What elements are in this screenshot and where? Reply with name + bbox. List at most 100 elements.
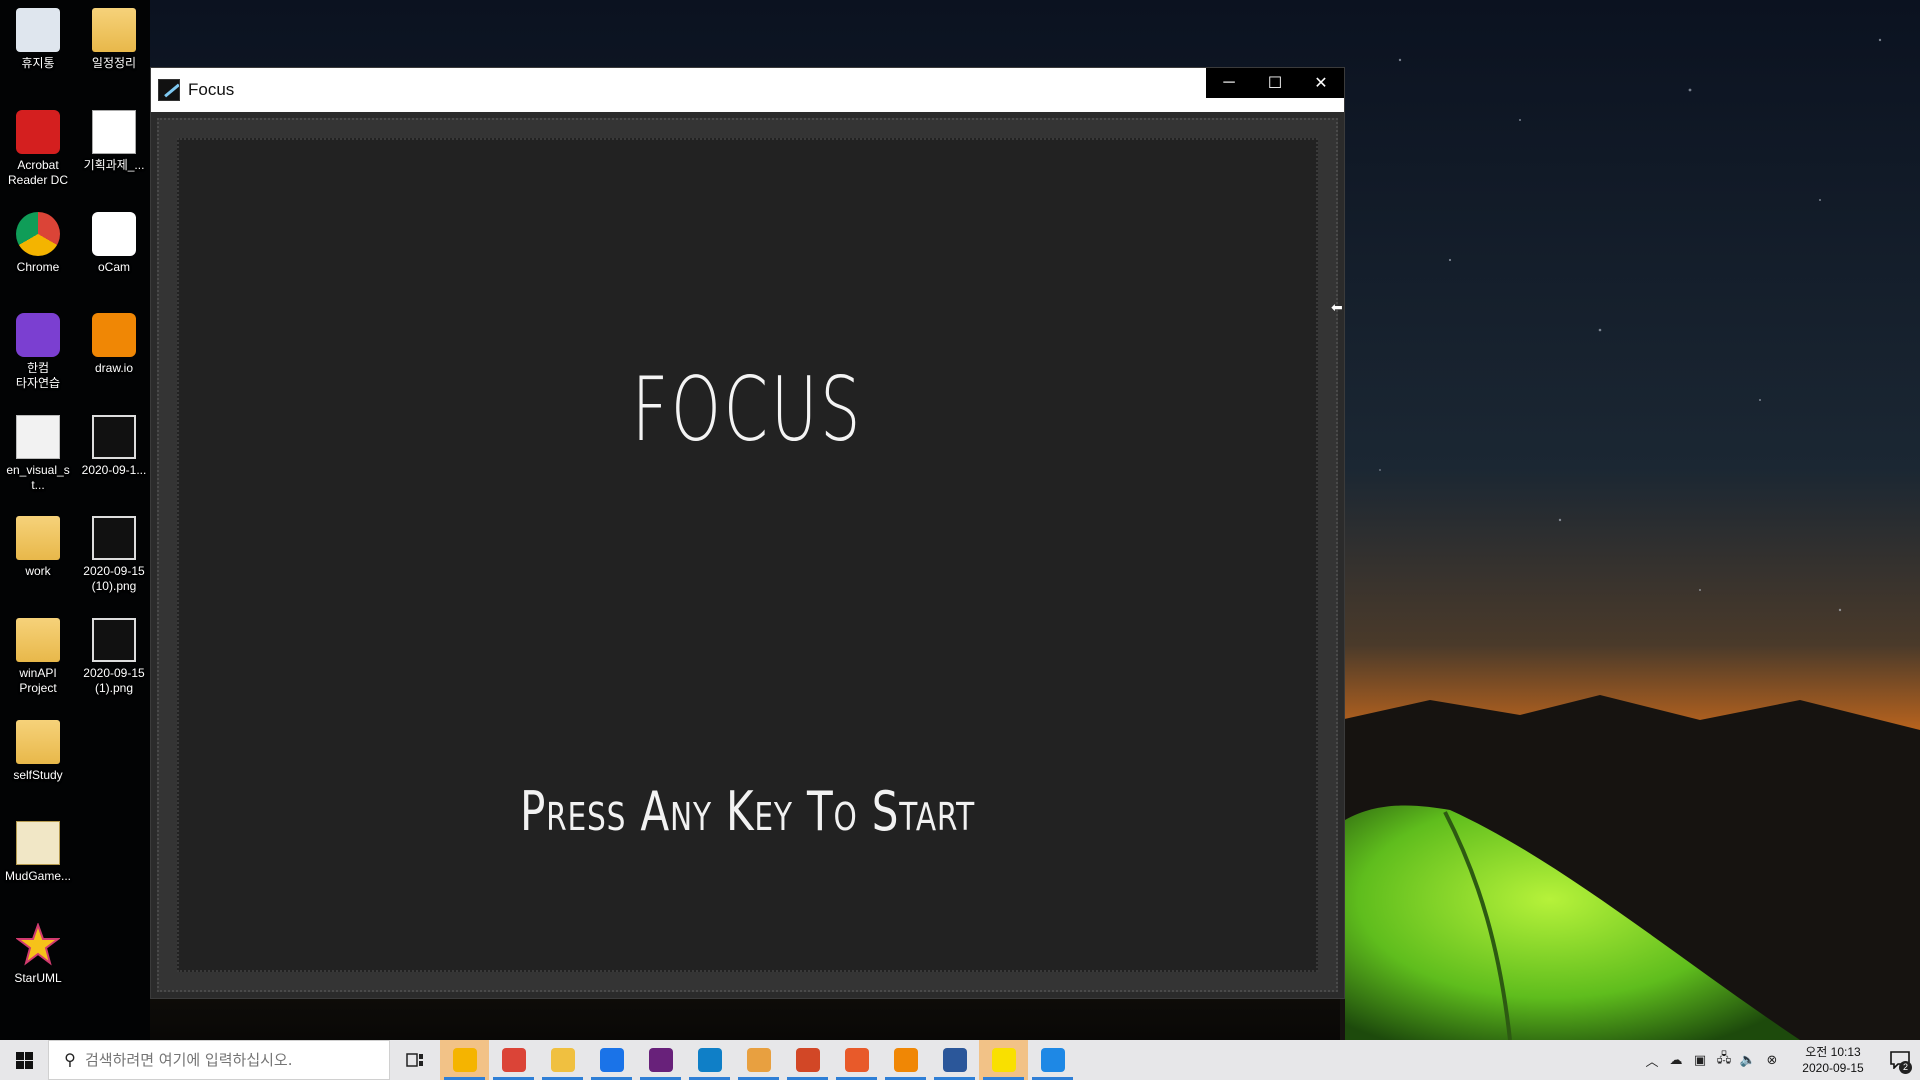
taskbar-app-file-explorer[interactable]: [538, 1040, 587, 1080]
game-border-frame: FOCUS Press Any Key To Start: [157, 118, 1338, 992]
notification-count: 2: [1899, 1061, 1912, 1074]
image-file-icon: [92, 618, 136, 662]
taskbar-app-ocam[interactable]: [832, 1040, 881, 1080]
chrome-icon: [501, 1048, 526, 1072]
desktop-icon[interactable]: 2020-09-15 (10).png: [76, 508, 152, 594]
focus-app-icon: [158, 79, 180, 101]
clock-date: 2020-09-15: [1802, 1061, 1864, 1075]
system-tray: ︿ ☁ ▣ 🖧 🔈 ⊗ 오전 10:13 2020-09-15 2: [1640, 1040, 1920, 1080]
desktop-icon-label: 일정정리: [91, 56, 137, 70]
disc-image-icon: [16, 415, 60, 459]
drawio-icon: [893, 1048, 918, 1072]
desktop-icon[interactable]: oCam: [76, 204, 152, 275]
taskbar-app-drawio[interactable]: [881, 1040, 930, 1080]
security-icon[interactable]: ▣: [1688, 1052, 1712, 1068]
close-button[interactable]: ✕: [1298, 68, 1344, 98]
taskbar-app-edge[interactable]: [685, 1040, 734, 1080]
desktop-icon[interactable]: 2020-09-1...: [76, 407, 152, 478]
start-prompt: Press Any Key To Start: [519, 780, 976, 843]
focus-window: Focus ─ ☐ ✕ FOCUS Press Any Key To Start: [150, 67, 1345, 999]
folder-icon: [92, 8, 136, 52]
file-explorer-icon: [550, 1048, 575, 1072]
network-icon[interactable]: 🖧: [1712, 1049, 1736, 1071]
desktop-icon[interactable]: MudGame...: [0, 813, 76, 884]
desktop-icon[interactable]: winAPI Project: [0, 610, 76, 696]
task-view-button[interactable]: [390, 1040, 440, 1080]
desktop-icon[interactable]: selfStudy: [0, 712, 76, 783]
action-center-button[interactable]: 2: [1880, 1040, 1920, 1080]
desktop-icon[interactable]: work: [0, 508, 76, 579]
desktop-icon-label: 휴지통: [21, 56, 55, 70]
desktop-icon-label: 2020-09-15 (10).png: [83, 564, 145, 593]
desktop-icon[interactable]: Chrome: [0, 204, 76, 275]
desktop-icon[interactable]: 2020-09-15 (1).png: [76, 610, 152, 696]
staruml-icon: [16, 923, 60, 967]
maximize-icon: ☐: [1267, 75, 1283, 92]
desktop-icon[interactable]: 한컴 타자연습: [0, 305, 76, 391]
ocam-icon: [844, 1048, 869, 1072]
edge-icon: [697, 1048, 722, 1072]
desktop-icon[interactable]: 일정정리: [76, 0, 152, 71]
volume-icon[interactable]: 🔈: [1736, 1052, 1760, 1068]
folder-icon: [16, 618, 60, 662]
game-stage[interactable]: FOCUS Press Any Key To Start: [177, 138, 1318, 972]
window-titlebar[interactable]: Focus ─ ☐ ✕: [151, 68, 1344, 112]
taskbar-app-maps[interactable]: [587, 1040, 636, 1080]
desktop-icon[interactable]: draw.io: [76, 305, 152, 376]
taskbar-app-powerpoint[interactable]: [783, 1040, 832, 1080]
search-icon: ⚲: [64, 1052, 76, 1069]
desktop-icon[interactable]: en_visual_st...: [0, 407, 76, 493]
desktop-icon-label: 기획과제_...: [83, 158, 145, 172]
git-icon: [746, 1048, 771, 1072]
image-file-icon: [92, 415, 136, 459]
mouse-cursor-icon: ⬅: [1331, 299, 1343, 315]
search-input[interactable]: [85, 1051, 375, 1069]
desktop-icon-label: MudGame...: [4, 869, 72, 883]
taskbar-app-visual-studio[interactable]: [636, 1040, 685, 1080]
folder-icon: [16, 516, 60, 560]
taskbar-app-chrome[interactable]: [489, 1040, 538, 1080]
taskbar-app-kakaotalk[interactable]: [979, 1040, 1028, 1080]
onedrive-icon[interactable]: ☁: [1664, 1052, 1688, 1068]
desktop-icon-label: oCam: [97, 260, 130, 274]
desktop-icon-label: winAPI Project: [19, 666, 57, 695]
hancom-typing-icon: [16, 313, 60, 357]
desktop-icon-label: work: [25, 564, 51, 578]
desktop-icon-label: Chrome: [16, 260, 60, 274]
archive-icon: [16, 821, 60, 865]
desktop-icon-label: 2020-09-15 (1).png: [83, 666, 145, 695]
minimize-button[interactable]: ─: [1206, 68, 1252, 98]
clock-time: 오전 10:13: [1805, 1045, 1861, 1059]
word-icon: [942, 1048, 967, 1072]
taskbar-app-sticky-notes[interactable]: [440, 1040, 489, 1080]
taskbar: ⚲ ︿ ☁ ▣ 🖧 🔈 ⊗ 오전 10:13 2020-09-15 2: [0, 1040, 1920, 1080]
desktop-icon-label: selfStudy: [13, 768, 63, 782]
desktop-icon-label: Acrobat Reader DC: [7, 158, 69, 187]
maximize-button[interactable]: ☐: [1252, 68, 1298, 98]
acrobat-reader-icon: [16, 110, 60, 154]
taskbar-pinned-apps: [440, 1040, 1077, 1080]
windows-logo-icon: [15, 1051, 33, 1069]
desktop-icon-label: 한컴 타자연습: [15, 361, 61, 390]
ime-icon[interactable]: ⊗: [1760, 1052, 1784, 1068]
taskbar-app-media-player[interactable]: [1028, 1040, 1077, 1080]
powerpoint-icon: [795, 1048, 820, 1072]
desktop-icon[interactable]: 기획과제_...: [76, 102, 152, 173]
desktop-icon[interactable]: Acrobat Reader DC: [0, 102, 76, 188]
word-document-icon: [92, 110, 136, 154]
taskbar-app-word[interactable]: [930, 1040, 979, 1080]
chrome-icon: [16, 212, 60, 256]
taskbar-app-git[interactable]: [734, 1040, 783, 1080]
sticky-notes-icon: [452, 1048, 477, 1072]
taskbar-clock[interactable]: 오전 10:13 2020-09-15: [1792, 1044, 1874, 1076]
desktop-icon-label: 2020-09-1...: [81, 463, 147, 477]
taskbar-search[interactable]: ⚲: [48, 1040, 390, 1080]
desktop-icon-label: en_visual_st...: [6, 463, 70, 492]
show-hidden-icons-icon[interactable]: ︿: [1640, 1051, 1664, 1070]
start-button[interactable]: [0, 1040, 48, 1080]
desktop-icon[interactable]: 휴지통: [0, 0, 76, 71]
game-client-area[interactable]: FOCUS Press Any Key To Start: [151, 112, 1344, 998]
desktop-icon[interactable]: StarUML: [0, 915, 76, 986]
desktop-icon-label: StarUML: [14, 971, 62, 985]
window-title: Focus: [188, 80, 235, 99]
